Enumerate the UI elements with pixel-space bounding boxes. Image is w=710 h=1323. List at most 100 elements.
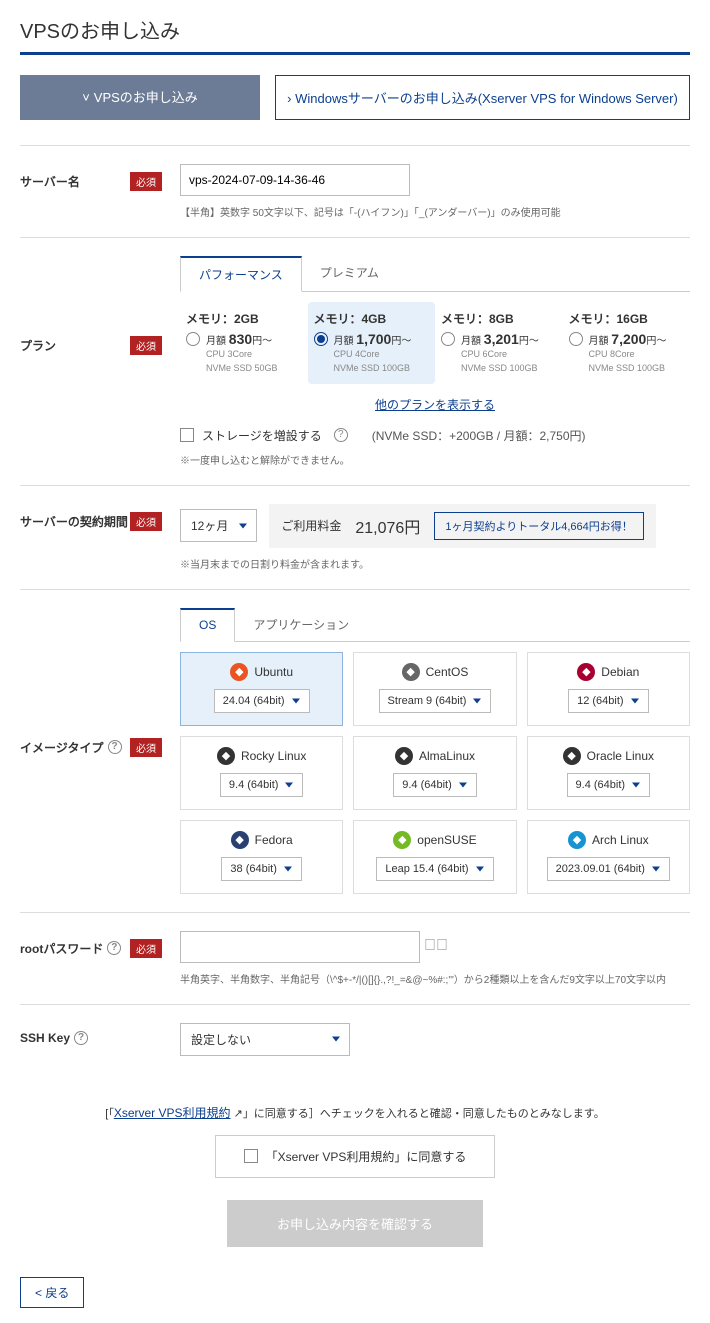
plan-ssd: NVMe SSD 100GB xyxy=(334,361,430,375)
plan-price: 月額 3,201円～ xyxy=(461,331,539,347)
os-version-select[interactable]: 9.4 (64bit) xyxy=(567,773,651,797)
os-card-oracle-linux[interactable]: ◆Oracle Linux 9.4 (64bit) xyxy=(527,736,690,810)
os-name-label: Oracle Linux xyxy=(587,749,654,763)
tab-windows-label: Windowsサーバーのお申し込み(Xserver VPS for Window… xyxy=(295,91,678,106)
os-card-rocky-linux[interactable]: ◆ Rocky Linux 9.4 (64bit) xyxy=(180,736,343,810)
os-logo-icon: ◆ xyxy=(577,663,595,681)
help-icon[interactable]: ? xyxy=(334,428,348,442)
plan-cpu: CPU 4Core xyxy=(334,347,430,361)
os-version-select[interactable]: Leap 15.4 (64bit) xyxy=(376,857,493,881)
os-version-select[interactable]: 9.4 (64bit) xyxy=(220,773,304,797)
image-subtabs: OS アプリケーション xyxy=(180,608,690,642)
agree-checkbox[interactable] xyxy=(244,1149,258,1163)
arrow-right-icon: › xyxy=(287,91,295,106)
plan-option-0[interactable]: メモリ：2GB 月額 830円～ CPU 3Core NVMe SSD 50GB xyxy=(180,302,308,384)
os-version-select[interactable]: 2023.09.01 (64bit) xyxy=(547,857,670,881)
terms-text-b: 」に同意する］へチェックを入れると確認・同意したものとみなします。 xyxy=(243,1108,605,1120)
os-card-debian[interactable]: ◆ Debian 12 (64bit) xyxy=(527,652,690,726)
agree-label: 「Xserver VPS利用規約」に同意する xyxy=(266,1148,467,1165)
radio-icon xyxy=(569,332,583,346)
os-version-select[interactable]: 9.4 (64bit) xyxy=(393,773,477,797)
server-name-hint: 【半角】英数字 50文字以下、記号は「-(ハイフン)」「_(アンダーバー)」のみ… xyxy=(180,204,690,219)
plan-ssd: NVMe SSD 50GB xyxy=(206,361,302,375)
more-plans-link[interactable]: 他のプランを表示する xyxy=(375,398,495,412)
subtab-os[interactable]: OS xyxy=(180,608,235,642)
radio-icon xyxy=(186,332,200,346)
subtab-app[interactable]: アプリケーション xyxy=(235,608,367,641)
plan-title: メモリ：2GB xyxy=(186,310,302,327)
help-icon[interactable]: ? xyxy=(107,941,121,955)
plan-ssd: NVMe SSD 100GB xyxy=(589,361,685,375)
os-card-opensuse[interactable]: ◆ openSUSE Leap 15.4 (64bit) xyxy=(353,820,516,894)
page-title: VPSのお申し込み xyxy=(20,15,690,55)
os-name-label: Fedora xyxy=(255,833,293,847)
storage-checkbox[interactable] xyxy=(180,428,194,442)
row-term: サーバーの契約期間必須 12ヶ月 ご利用料金 21,076円 1ヶ月契約よりトー… xyxy=(20,485,690,589)
os-version-select[interactable]: 24.04 (64bit) xyxy=(214,689,310,713)
root-pw-hint: 半角英字、半角数字、半角記号（\^$+-*/|()[]{}.,?!_=&@~%#… xyxy=(180,971,690,986)
os-card-centos[interactable]: ◆ CentOS Stream 9 (64bit) xyxy=(353,652,516,726)
tab-vps-label: VPSのお申し込み xyxy=(94,90,198,105)
os-version-select[interactable]: 38 (64bit) xyxy=(221,857,301,881)
root-password-input[interactable] xyxy=(180,931,420,963)
term-select[interactable]: 12ヶ月 xyxy=(180,509,257,542)
row-ssh: SSH Key? 設定しない xyxy=(20,1004,690,1074)
os-logo-icon: ◆ xyxy=(230,663,248,681)
plan-title: メモリ：8GB xyxy=(441,310,557,327)
os-card-fedora[interactable]: ◆Fedora 38 (64bit) xyxy=(180,820,343,894)
term-note: ※当月末までの日割り料金が含まれます。 xyxy=(180,556,690,571)
os-name-label: Arch Linux xyxy=(592,833,649,847)
required-badge: 必須 xyxy=(130,336,162,355)
ssh-select[interactable]: 設定しない xyxy=(180,1023,350,1056)
required-badge: 必須 xyxy=(130,512,162,531)
storage-note: (NVMe SSD：+200GB / 月額：2,750円) xyxy=(372,427,586,444)
subtab-premium[interactable]: プレミアム xyxy=(302,256,397,291)
row-image: イメージタイプ? 必須 OS アプリケーション ◆ Ubuntu 24.04 (64… xyxy=(20,589,690,912)
os-logo-icon: ◆ xyxy=(393,831,411,849)
plan-option-2[interactable]: メモリ：8GB 月額 3,201円～ CPU 6Core NVMe SSD 10… xyxy=(435,302,563,384)
os-card-ubuntu[interactable]: ◆ Ubuntu 24.04 (64bit) xyxy=(180,652,343,726)
radio-icon xyxy=(314,332,328,346)
help-icon[interactable]: ? xyxy=(108,740,122,754)
server-name-input[interactable] xyxy=(180,164,410,196)
os-name-label: CentOS xyxy=(426,665,469,679)
eye-slash-icon[interactable]: 👁⃠ xyxy=(424,937,448,955)
row-server-name: サーバー名必須 【半角】英数字 50文字以下、記号は「-(ハイフン)」「_(アン… xyxy=(20,145,690,237)
os-card-arch-linux[interactable]: ◆Arch Linux 2023.09.01 (64bit) xyxy=(527,820,690,894)
image-label: イメージタイプ xyxy=(20,739,104,756)
os-logo-icon: ◆ xyxy=(402,663,420,681)
external-link-icon: ↗ xyxy=(231,1108,243,1120)
tab-vps[interactable]: ˅VPSのお申し込み xyxy=(20,75,260,120)
plan-title: メモリ：4GB xyxy=(314,310,430,327)
os-grid: ◆ Ubuntu 24.04 (64bit) ◆ CentOS Stream 9 (6… xyxy=(180,652,690,894)
help-icon[interactable]: ? xyxy=(74,1031,88,1045)
os-name-label: Rocky Linux xyxy=(241,749,306,763)
os-version-select[interactable]: 12 (64bit) xyxy=(568,689,648,713)
storage-label: ストレージを増設する xyxy=(202,427,322,444)
terms-text-a: [「 xyxy=(105,1108,114,1120)
plan-option-1[interactable]: メモリ：4GB 月額 1,700円～ CPU 4Core NVMe SSD 10… xyxy=(308,302,436,384)
subtab-performance[interactable]: パフォーマンス xyxy=(180,256,302,292)
main-tabs: ˅VPSのお申し込み › Windowsサーバーのお申し込み(Xserver V… xyxy=(20,75,690,120)
os-card-almalinux[interactable]: ◆AlmaLinux 9.4 (64bit) xyxy=(353,736,516,810)
terms-link[interactable]: Xserver VPS利用規約 xyxy=(114,1106,231,1120)
required-badge: 必須 xyxy=(130,738,162,757)
row-plan: プラン 必須 パフォーマンス プレミアム メモリ：2GB 月額 830円～ CPU… xyxy=(20,237,690,485)
plan-caution: ※一度申し込むと解除ができません。 xyxy=(180,452,690,467)
submit-button[interactable]: お申し込み内容を確認する xyxy=(227,1200,483,1247)
os-name-label: openSUSE xyxy=(417,833,476,847)
row-root-pw: rootパスワード?必須 👁⃠ 半角英字、半角数字、半角記号（\^$+-*/|(… xyxy=(20,912,690,1004)
plan-option-3[interactable]: メモリ：16GB 月額 7,200円～ CPU 8Core NVMe SSD 1… xyxy=(563,302,691,384)
tab-windows[interactable]: › Windowsサーバーのお申し込み(Xserver VPS for Wind… xyxy=(275,75,690,120)
radio-icon xyxy=(441,332,455,346)
back-button[interactable]: < 戻る xyxy=(20,1277,84,1308)
plan-label: プラン xyxy=(20,337,56,354)
os-logo-icon: ◆ xyxy=(395,747,413,765)
os-name-label: Ubuntu xyxy=(254,665,293,679)
os-version-select[interactable]: Stream 9 (64bit) xyxy=(379,689,492,713)
savings-badge: 1ヶ月契約よりトータル4,664円お得！ xyxy=(434,512,643,540)
os-logo-icon: ◆ xyxy=(217,747,235,765)
root-pw-label: rootパスワード xyxy=(20,940,103,957)
plan-cpu: CPU 3Core xyxy=(206,347,302,361)
os-name-label: Debian xyxy=(601,665,639,679)
